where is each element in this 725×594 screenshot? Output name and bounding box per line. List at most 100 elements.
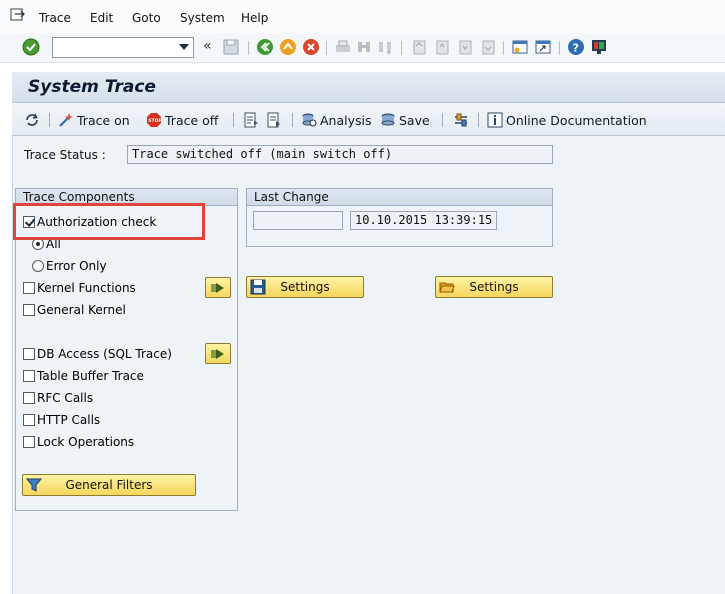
online-documentation-label: Online Documentation [506,112,647,128]
command-field[interactable] [52,37,194,58]
radio-error-only[interactable]: Error Only [32,258,107,274]
rfc-calls-checkbox[interactable]: RFC Calls [23,390,93,406]
svg-text:+: + [386,49,392,56]
analysis-button[interactable]: Analysis [301,111,372,129]
info-icon [487,112,503,128]
menu-system[interactable]: System [180,11,225,25]
menu-edit[interactable]: Edit [90,11,113,25]
save-settings-label: Settings [280,280,330,294]
checkbox-unchecked-icon[interactable] [23,348,35,360]
separator [292,113,293,127]
new-session-icon[interactable] [511,38,529,56]
next-page-icon[interactable] [456,38,474,56]
display-log-detail-button[interactable] [266,111,285,129]
exit-icon[interactable] [279,38,297,56]
group-header: Last Change [247,189,552,206]
standard-toolbar: « + ? [0,33,725,63]
checkbox-unchecked-icon[interactable] [23,414,35,426]
arrow-right-icon [211,283,224,293]
find-icon[interactable] [355,38,373,56]
save-disk-icon [250,279,266,295]
table-buffer-label: Table Buffer Trace [37,369,144,383]
radio-unselected-icon[interactable] [32,260,44,272]
separator [503,41,504,55]
separator [478,113,479,127]
print-icon[interactable] [334,38,352,56]
database-save-icon [381,113,395,126]
lock-operations-label: Lock Operations [37,435,135,449]
save-label: Save [399,112,430,128]
checkbox-unchecked-icon[interactable] [23,304,35,316]
filter-icon [26,478,42,492]
page-title: System Trace [28,77,156,97]
refresh-button[interactable] [24,111,43,129]
previous-page-icon[interactable] [433,38,451,56]
separator [248,41,249,55]
enter-check-icon[interactable] [22,38,40,56]
refresh-icon [26,113,38,126]
last-change-datetime-field: 10.10.2015 13:39:15 [350,211,497,230]
back-icon[interactable] [256,38,274,56]
menu-goto[interactable]: Goto [132,11,161,25]
http-calls-label: HTTP Calls [37,413,101,427]
db-access-detail-button[interactable] [205,343,231,364]
customize-layout-icon[interactable] [590,38,608,56]
find-next-icon[interactable]: + [376,38,394,56]
shortcut-icon[interactable] [534,38,552,56]
trace-on-button[interactable]: Trace on [58,111,130,129]
general-filters-button[interactable]: General Filters [22,474,196,496]
online-documentation-button[interactable]: Online Documentation [487,111,647,129]
trace-status-field: Trace switched off (main switch off) [127,145,553,164]
checkbox-unchecked-icon[interactable] [23,370,35,382]
filter-settings-button[interactable] [453,111,472,129]
save-button[interactable]: Save [380,111,430,129]
load-settings-button[interactable]: Settings [435,276,553,298]
checkbox-unchecked-icon[interactable] [23,436,35,448]
magic-wand-icon [59,113,73,127]
trace-off-button[interactable]: STOP Trace off [146,111,218,129]
http-calls-checkbox[interactable]: HTTP Calls [23,412,100,428]
kernel-functions-checkbox[interactable]: Kernel Functions [23,280,136,296]
menu-help[interactable]: Help [241,11,268,25]
save-settings-button[interactable]: Settings [246,276,364,298]
kernel-functions-label: Kernel Functions [37,281,136,295]
load-settings-label: Settings [469,280,519,294]
general-kernel-checkbox[interactable]: General Kernel [23,302,126,318]
radio-error-only-label: Error Only [46,259,107,273]
menu-exit-icon[interactable] [10,8,26,22]
help-icon[interactable]: ? [567,38,585,56]
lock-operations-checkbox[interactable]: Lock Operations [23,434,134,450]
separator [401,41,402,55]
database-analysis-icon [302,113,317,127]
application-toolbar: Trace on STOP Trace off Analysis Save On… [12,103,725,136]
chevron-down-icon[interactable] [179,44,189,50]
trace-off-label: Trace off [165,112,219,128]
separator [49,113,50,127]
db-access-checkbox[interactable]: DB Access (SQL Trace) [23,346,172,362]
rfc-calls-label: RFC Calls [37,391,94,405]
table-buffer-checkbox[interactable]: Table Buffer Trace [23,368,144,384]
title-bar: System Trace [12,72,725,103]
last-page-icon[interactable] [479,38,497,56]
collapse-command-icon[interactable]: « [203,38,212,54]
first-page-icon[interactable] [410,38,428,56]
menu-trace[interactable]: Trace [39,11,71,25]
analysis-label: Analysis [320,112,372,128]
separator [559,41,560,55]
display-log-button[interactable] [243,111,262,129]
save-disk-icon[interactable] [222,38,240,56]
highlight-box [13,203,205,240]
kernel-functions-detail-button[interactable] [205,277,231,298]
trace-on-label: Trace on [77,112,130,128]
checkbox-unchecked-icon[interactable] [23,392,35,404]
separator [326,41,327,55]
svg-text:?: ? [573,42,579,55]
document-arrow-icon [267,112,280,128]
db-access-label: DB Access (SQL Trace) [37,347,172,361]
separator [233,113,234,127]
checkbox-unchecked-icon[interactable] [23,282,35,294]
sliders-icon [455,113,467,127]
svg-text:STOP: STOP [148,118,162,124]
arrow-right-icon [211,349,224,359]
cancel-icon[interactable] [302,38,320,56]
